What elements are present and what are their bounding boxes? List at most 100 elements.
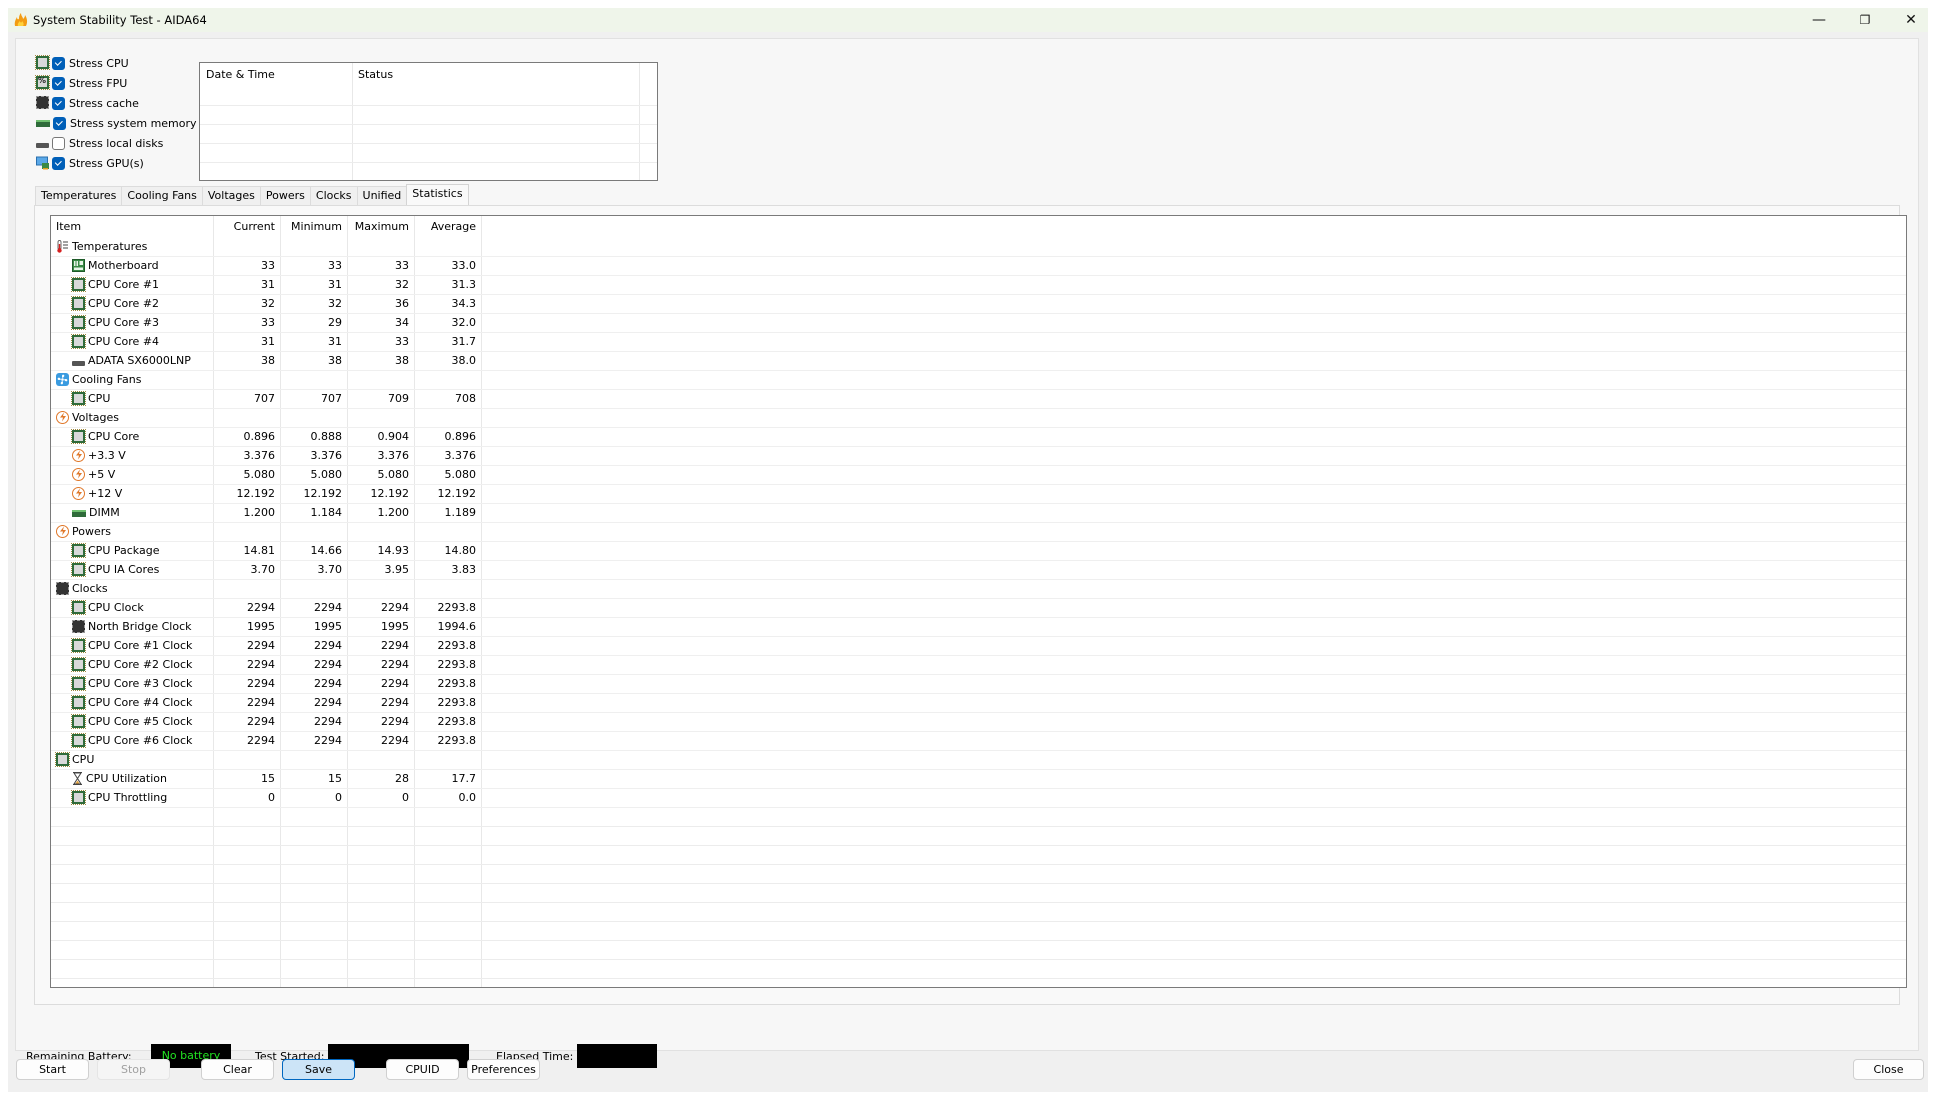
aida64-flame-icon	[14, 13, 28, 26]
item-label: +12 V	[88, 487, 123, 500]
stress-option-stress-cpu[interactable]: Stress CPU	[35, 53, 129, 73]
log-row-line	[200, 162, 657, 163]
table-row[interactable]: CPU Core #6 Clock 2294 2294 2294 2293.8	[51, 732, 1906, 751]
cpu-chip-icon	[71, 656, 86, 672]
stress-checkbox[interactable]	[52, 136, 65, 150]
table-row[interactable]: DIMM 1.200 1.184 1.200 1.189	[51, 504, 1906, 523]
cell-item: CPU Core #6 Clock	[51, 732, 213, 751]
table-row[interactable]: CPU Core #5 Clock 2294 2294 2294 2293.8	[51, 713, 1906, 732]
table-row[interactable]: CPU Core #3 33 29 34 32.0	[51, 314, 1906, 333]
log-row-line	[200, 124, 657, 125]
table-group-row[interactable]: Clocks	[51, 580, 1906, 599]
cell-current: 2294	[247, 677, 275, 690]
empty-row-line	[51, 959, 1906, 960]
table-group-row[interactable]: Cooling Fans	[51, 371, 1906, 390]
table-row[interactable]: CPU Clock 2294 2294 2294 2293.8	[51, 599, 1906, 618]
minimize-button[interactable]: —	[1796, 8, 1842, 32]
table-group-row[interactable]: Temperatures	[51, 238, 1906, 257]
log-table[interactable]: Date & Time Status	[199, 62, 658, 181]
start-button[interactable]: Start	[16, 1059, 89, 1080]
item-label: Clocks	[72, 582, 108, 595]
stress-checkbox[interactable]	[52, 96, 65, 110]
motherboard-icon	[72, 258, 85, 272]
log-column-status[interactable]: Status	[352, 63, 639, 89]
table-row[interactable]: +3.3 V 3.376 3.376 3.376 3.376	[51, 447, 1906, 466]
item-label: CPU Utilization	[86, 772, 167, 785]
table-group-row[interactable]: Powers	[51, 523, 1906, 542]
stress-option-stress-local-disks[interactable]: Stress local disks	[36, 133, 163, 153]
column-header-minimum[interactable]: Minimum	[280, 216, 347, 238]
table-row[interactable]: CPU Package 14.81 14.66 14.93 14.80	[51, 542, 1906, 561]
table-row[interactable]: +12 V 12.192 12.192 12.192 12.192	[51, 485, 1906, 504]
stress-checkbox[interactable]	[53, 116, 66, 130]
table-row[interactable]: Motherboard 33 33 33 33.0	[51, 257, 1906, 276]
lightning-icon	[72, 467, 85, 481]
stress-checkbox[interactable]	[52, 76, 65, 90]
stress-option-label: Stress FPU	[69, 76, 128, 90]
table-row[interactable]: North Bridge Clock 1995 1995 1995 1994.6	[51, 618, 1906, 637]
tab-cooling-fans[interactable]: Cooling Fans	[121, 186, 203, 205]
tab-voltages[interactable]: Voltages	[201, 186, 261, 205]
table-row[interactable]: ADATA SX6000LNP 38 38 38 38.0	[51, 352, 1906, 371]
table-row[interactable]: CPU 707 707 709 708	[51, 390, 1906, 409]
table-row[interactable]: CPU Core #2 Clock 2294 2294 2294 2293.8	[51, 656, 1906, 675]
stress-checkbox[interactable]	[52, 56, 65, 70]
cell-item: +12 V	[51, 485, 213, 504]
clear-button[interactable]: Clear	[201, 1059, 274, 1080]
cpu-chip-icon	[71, 390, 86, 406]
table-row[interactable]: CPU Core 0.896 0.888 0.904 0.896	[51, 428, 1906, 447]
stress-option-stress-gpu-s[interactable]: Stress GPU(s)	[36, 153, 144, 173]
stress-option-stress-fpu[interactable]: % Stress FPU	[35, 73, 128, 93]
stress-option-stress-cache[interactable]: Stress cache	[36, 93, 139, 113]
cpu-chip-icon	[55, 751, 70, 767]
preferences-button[interactable]: Preferences	[467, 1059, 540, 1080]
table-group-row[interactable]: CPU	[51, 751, 1906, 770]
close-window-button[interactable]: ✕	[1888, 8, 1934, 32]
cell-maximum: 36	[395, 297, 409, 310]
cell-minimum: 2294	[314, 658, 342, 671]
table-row[interactable]: CPU Core #4 31 31 33 31.7	[51, 333, 1906, 352]
item-label: +3.3 V	[88, 449, 126, 462]
column-header-current[interactable]: Current	[213, 216, 280, 238]
stress-option-stress-system-memory[interactable]: Stress system memory	[36, 113, 197, 133]
close-button[interactable]: Close	[1853, 1059, 1924, 1080]
item-label: CPU Core #1	[88, 278, 160, 291]
save-button[interactable]: Save	[282, 1059, 355, 1080]
table-row[interactable]: CPU Core #3 Clock 2294 2294 2294 2293.8	[51, 675, 1906, 694]
tab-statistics[interactable]: Statistics	[406, 184, 469, 206]
tab-powers[interactable]: Powers	[259, 186, 311, 205]
column-header-item[interactable]: Item	[51, 216, 213, 238]
tab-unified[interactable]: Unified	[356, 186, 408, 205]
statistics-table[interactable]: Item Current Minimum Maximum Average Tem…	[50, 215, 1907, 988]
cell-item: CPU	[51, 751, 213, 770]
table-row[interactable]: CPU Utilization 15 15 28 17.7	[51, 770, 1906, 789]
cell-current: 33	[261, 259, 275, 272]
tab-clocks[interactable]: Clocks	[309, 186, 358, 205]
restore-button[interactable]: ❐	[1842, 8, 1888, 32]
cell-minimum: 38	[328, 354, 342, 367]
cell-average: 2293.8	[437, 639, 477, 652]
title-bar[interactable]: System Stability Test - AIDA64 — ❐ ✕	[8, 8, 1928, 32]
table-row[interactable]: CPU Core #2 32 32 36 34.3	[51, 295, 1906, 314]
cell-item: +5 V	[51, 466, 213, 485]
column-header-average[interactable]: Average	[414, 216, 481, 238]
tab-temperatures[interactable]: Temperatures	[35, 186, 123, 205]
table-group-row[interactable]: Voltages	[51, 409, 1906, 428]
column-header-maximum[interactable]: Maximum	[347, 216, 414, 238]
cell-maximum: 28	[395, 772, 409, 785]
cpuid-button[interactable]: CPUID	[386, 1059, 459, 1080]
table-row[interactable]: +5 V 5.080 5.080 5.080 5.080	[51, 466, 1906, 485]
table-row[interactable]: CPU Core #1 Clock 2294 2294 2294 2293.8	[51, 637, 1906, 656]
cell-maximum: 2294	[381, 601, 409, 614]
fan-icon	[56, 372, 69, 386]
cell-item: Cooling Fans	[51, 371, 213, 390]
stop-button[interactable]: Stop	[97, 1059, 170, 1080]
table-row[interactable]: CPU Core #1 31 31 32 31.3	[51, 276, 1906, 295]
table-row[interactable]: CPU Throttling 0 0 0 0.0	[51, 789, 1906, 808]
table-row[interactable]: CPU IA Cores 3.70 3.70 3.95 3.83	[51, 561, 1906, 580]
stress-checkbox[interactable]	[52, 156, 65, 170]
cell-item: CPU Core #3 Clock	[51, 675, 213, 694]
cell-maximum: 2294	[381, 677, 409, 690]
table-row[interactable]: CPU Core #4 Clock 2294 2294 2294 2293.8	[51, 694, 1906, 713]
log-column-datetime[interactable]: Date & Time	[200, 63, 352, 89]
